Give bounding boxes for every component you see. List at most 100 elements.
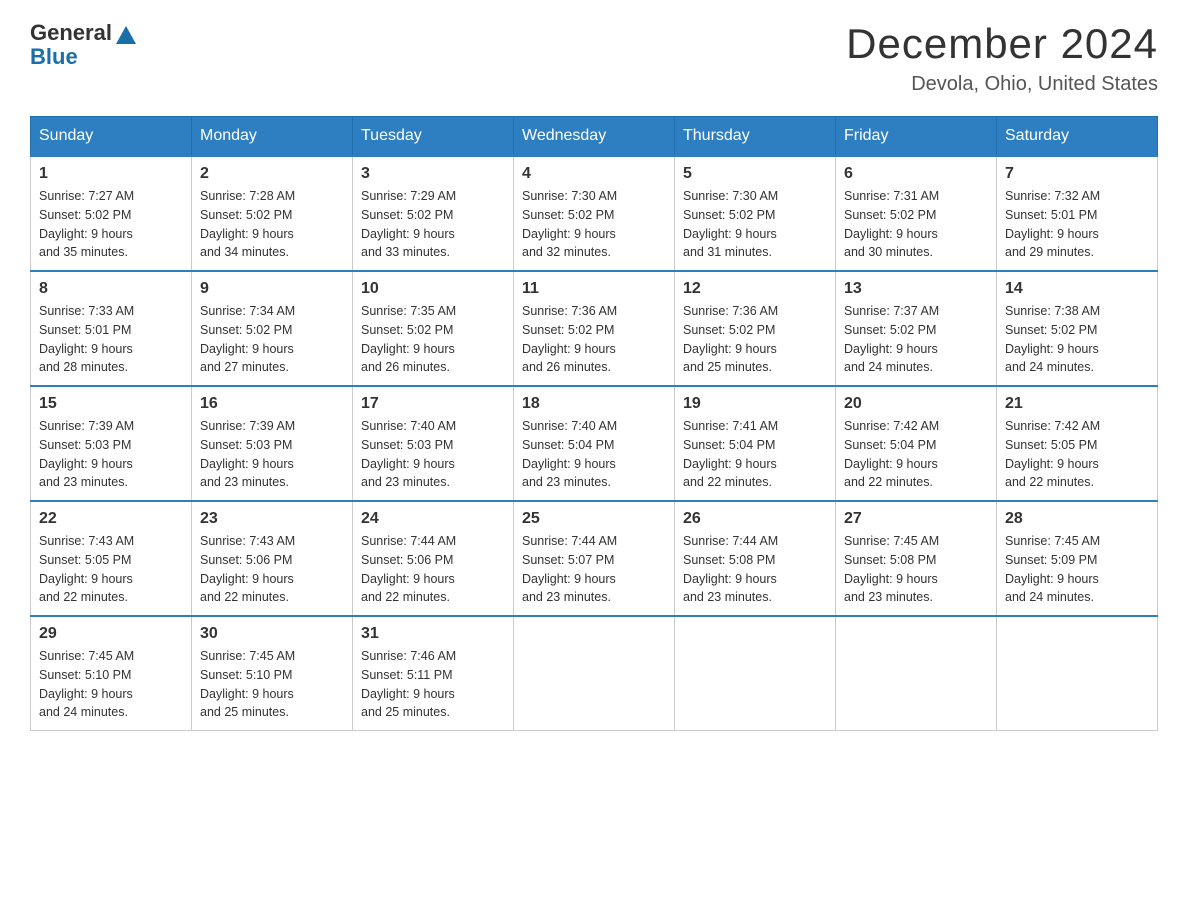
day-info: Sunrise: 7:43 AMSunset: 5:05 PMDaylight:… — [39, 532, 183, 607]
calendar-cell: 24Sunrise: 7:44 AMSunset: 5:06 PMDayligh… — [353, 501, 514, 616]
calendar-cell — [514, 616, 675, 731]
day-number: 11 — [522, 280, 666, 298]
day-number: 7 — [1005, 165, 1149, 183]
day-number: 25 — [522, 510, 666, 528]
calendar-cell: 28 Sunrise: 7:45 AMSunset: 5:09 PMDayligh… — [997, 501, 1158, 616]
day-info: Sunrise: 7:30 AMSunset: 5:02 PMDaylight:… — [522, 187, 666, 262]
week-row-2: 8Sunrise: 7:33 AMSunset: 5:01 PMDaylight… — [31, 271, 1158, 386]
day-number: 2 — [200, 165, 344, 183]
location-text: Devola, Ohio, United States — [846, 73, 1158, 96]
day-info: Sunrise: 7:45 AMSunset: 5:08 PMDaylight:… — [844, 532, 988, 607]
calendar-cell: 12 Sunrise: 7:36 AMSunset: 5:02 PMDayligh… — [675, 271, 836, 386]
logo-triangle-icon — [116, 26, 136, 44]
calendar-cell: 15Sunrise: 7:39 AMSunset: 5:03 PMDayligh… — [31, 386, 192, 501]
day-info: Sunrise: 7:40 AMSunset: 5:03 PMDaylight:… — [361, 417, 505, 492]
day-info: Sunrise: 7:40 AMSunset: 5:04 PMDaylight:… — [522, 417, 666, 492]
page-header: General Blue December 2024 Devola, Ohio,… — [30, 20, 1158, 96]
day-number: 14 — [1005, 280, 1149, 298]
calendar-cell — [675, 616, 836, 731]
calendar-cell: 27 Sunrise: 7:45 AMSunset: 5:08 PMDayligh… — [836, 501, 997, 616]
calendar-cell: 17 Sunrise: 7:40 AMSunset: 5:03 PMDayligh… — [353, 386, 514, 501]
day-info: Sunrise: 7:30 AMSunset: 5:02 PMDaylight:… — [683, 187, 827, 262]
day-number: 3 — [361, 165, 505, 183]
logo-blue-text: Blue — [30, 44, 78, 70]
day-info: Sunrise: 7:39 AMSunset: 5:03 PMDaylight:… — [200, 417, 344, 492]
calendar-cell: 3Sunrise: 7:29 AMSunset: 5:02 PMDaylight… — [353, 156, 514, 271]
calendar-cell: 13 Sunrise: 7:37 AMSunset: 5:02 PMDayligh… — [836, 271, 997, 386]
day-info: Sunrise: 7:41 AMSunset: 5:04 PMDaylight:… — [683, 417, 827, 492]
day-info: Sunrise: 7:37 AMSunset: 5:02 PMDaylight:… — [844, 302, 988, 377]
calendar-cell: 16 Sunrise: 7:39 AMSunset: 5:03 PMDayligh… — [192, 386, 353, 501]
day-number: 10 — [361, 280, 505, 298]
week-row-5: 29 Sunrise: 7:45 AMSunset: 5:10 PMDayligh… — [31, 616, 1158, 731]
day-number: 23 — [200, 510, 344, 528]
day-info: Sunrise: 7:31 AMSunset: 5:02 PMDaylight:… — [844, 187, 988, 262]
calendar-cell: 10 Sunrise: 7:35 AMSunset: 5:02 PMDayligh… — [353, 271, 514, 386]
day-number: 22 — [39, 510, 183, 528]
day-number: 15 — [39, 395, 183, 413]
calendar-cell: 21 Sunrise: 7:42 AMSunset: 5:05 PMDayligh… — [997, 386, 1158, 501]
calendar-cell: 14 Sunrise: 7:38 AMSunset: 5:02 PMDayligh… — [997, 271, 1158, 386]
week-row-3: 15 Sunrise: 7:39 AMSunset: 5:03 PMDayligh… — [31, 386, 1158, 501]
week-row-1: 1Sunrise: 7:27 AMSunset: 5:02 PMDaylight… — [31, 156, 1158, 271]
title-section: December 2024 Devola, Ohio, United State… — [846, 20, 1158, 96]
day-info: Sunrise: 7:45 AMSunset: 5:10 PMDaylight:… — [39, 647, 183, 722]
calendar-cell: 20 Sunrise: 7:42 AMSunset: 5:04 PMDayligh… — [836, 386, 997, 501]
calendar-cell: 30 Sunrise: 7:45 AMSunset: 5:10 PMDayligh… — [192, 616, 353, 731]
column-header-thursday: Thursday — [675, 117, 836, 157]
day-info: Sunrise: 7:46 AMSunset: 5:11 PMDaylight:… — [361, 647, 505, 722]
calendar-cell: 2 Sunrise: 7:28 AMSunset: 5:02 PMDaylight… — [192, 156, 353, 271]
column-header-saturday: Saturday — [997, 117, 1158, 157]
day-number: 6 — [844, 165, 988, 183]
calendar-cell: 23 Sunrise: 7:43 AMSunset: 5:06 PMDayligh… — [192, 501, 353, 616]
day-number: 17 — [361, 395, 505, 413]
day-number: 27 — [844, 510, 988, 528]
day-number: 31 — [361, 625, 505, 643]
day-info: Sunrise: 7:38 AMSunset: 5:02 PMDaylight:… — [1005, 302, 1149, 377]
column-header-monday: Monday — [192, 117, 353, 157]
calendar-header-row: SundayMondayTuesdayWednesdayThursdayFrid… — [31, 117, 1158, 157]
calendar-cell: 18 Sunrise: 7:40 AMSunset: 5:04 PMDayligh… — [514, 386, 675, 501]
calendar-cell: 11Sunrise: 7:36 AMSunset: 5:02 PMDayligh… — [514, 271, 675, 386]
column-header-sunday: Sunday — [31, 117, 192, 157]
day-number: 13 — [844, 280, 988, 298]
day-number: 28 — [1005, 510, 1149, 528]
calendar-cell: 26Sunrise: 7:44 AMSunset: 5:08 PMDayligh… — [675, 501, 836, 616]
day-number: 18 — [522, 395, 666, 413]
day-number: 21 — [1005, 395, 1149, 413]
day-info: Sunrise: 7:36 AMSunset: 5:02 PMDaylight:… — [683, 302, 827, 377]
calendar-cell: 4Sunrise: 7:30 AMSunset: 5:02 PMDaylight… — [514, 156, 675, 271]
day-number: 1 — [39, 165, 183, 183]
calendar-cell: 29 Sunrise: 7:45 AMSunset: 5:10 PMDayligh… — [31, 616, 192, 731]
calendar-cell: 19Sunrise: 7:41 AMSunset: 5:04 PMDayligh… — [675, 386, 836, 501]
day-info: Sunrise: 7:34 AMSunset: 5:02 PMDaylight:… — [200, 302, 344, 377]
day-number: 30 — [200, 625, 344, 643]
column-header-wednesday: Wednesday — [514, 117, 675, 157]
calendar-cell — [836, 616, 997, 731]
day-info: Sunrise: 7:35 AMSunset: 5:02 PMDaylight:… — [361, 302, 505, 377]
day-number: 5 — [683, 165, 827, 183]
day-info: Sunrise: 7:43 AMSunset: 5:06 PMDaylight:… — [200, 532, 344, 607]
day-info: Sunrise: 7:28 AMSunset: 5:02 PMDaylight:… — [200, 187, 344, 262]
week-row-4: 22 Sunrise: 7:43 AMSunset: 5:05 PMDayligh… — [31, 501, 1158, 616]
calendar-cell: 1Sunrise: 7:27 AMSunset: 5:02 PMDaylight… — [31, 156, 192, 271]
calendar-cell: 9 Sunrise: 7:34 AMSunset: 5:02 PMDaylight… — [192, 271, 353, 386]
day-number: 29 — [39, 625, 183, 643]
day-number: 16 — [200, 395, 344, 413]
day-info: Sunrise: 7:45 AMSunset: 5:09 PMDaylight:… — [1005, 532, 1149, 607]
day-number: 9 — [200, 280, 344, 298]
calendar-cell: 31 Sunrise: 7:46 AMSunset: 5:11 PMDayligh… — [353, 616, 514, 731]
calendar-cell: 22 Sunrise: 7:43 AMSunset: 5:05 PMDayligh… — [31, 501, 192, 616]
day-info: Sunrise: 7:42 AMSunset: 5:05 PMDaylight:… — [1005, 417, 1149, 492]
day-info: Sunrise: 7:33 AMSunset: 5:01 PMDaylight:… — [39, 302, 183, 377]
day-number: 26 — [683, 510, 827, 528]
day-number: 20 — [844, 395, 988, 413]
day-info: Sunrise: 7:32 AMSunset: 5:01 PMDaylight:… — [1005, 187, 1149, 262]
calendar-cell: 8Sunrise: 7:33 AMSunset: 5:01 PMDaylight… — [31, 271, 192, 386]
calendar-table: SundayMondayTuesdayWednesdayThursdayFrid… — [30, 116, 1158, 731]
column-header-friday: Friday — [836, 117, 997, 157]
day-info: Sunrise: 7:45 AMSunset: 5:10 PMDaylight:… — [200, 647, 344, 722]
day-info: Sunrise: 7:42 AMSunset: 5:04 PMDaylight:… — [844, 417, 988, 492]
month-title: December 2024 — [846, 20, 1158, 68]
day-number: 12 — [683, 280, 827, 298]
